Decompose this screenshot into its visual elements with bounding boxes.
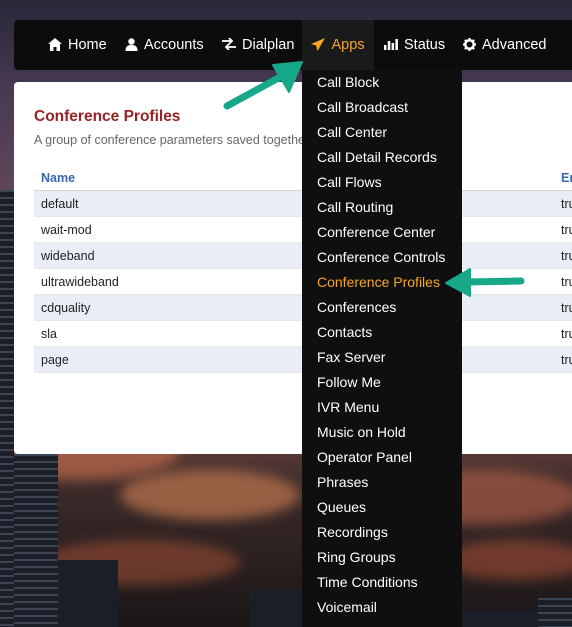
arrow-to-conference-profiles	[445, 268, 525, 297]
arrow-to-apps-menu	[223, 61, 303, 110]
annotation-arrows	[223, 61, 525, 297]
